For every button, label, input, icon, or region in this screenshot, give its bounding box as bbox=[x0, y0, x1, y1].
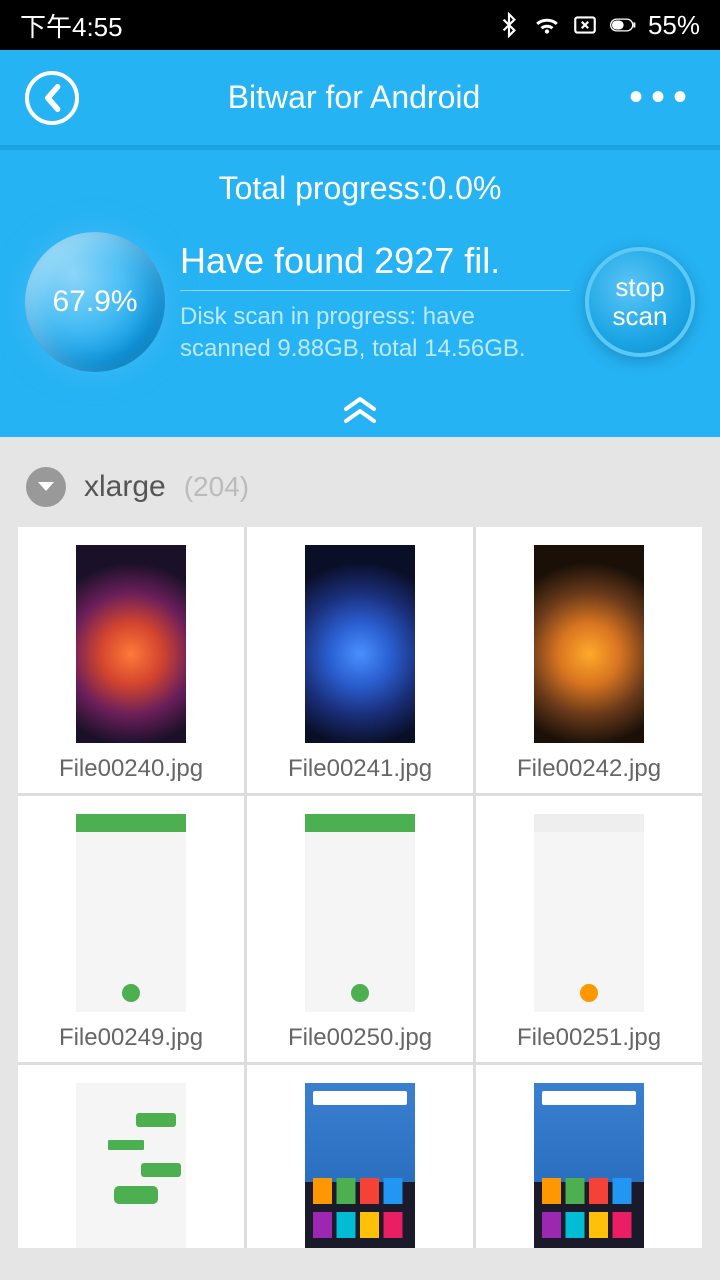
file-name: File00240.jpg bbox=[59, 755, 203, 783]
stop-scan-button[interactable]: stop scan bbox=[585, 247, 695, 357]
close-box-icon bbox=[572, 12, 598, 38]
found-count-text: Have found 2927 fil. bbox=[180, 240, 570, 291]
collapse-panel-button[interactable] bbox=[0, 382, 720, 437]
group-header[interactable]: xlarge (204) bbox=[18, 455, 702, 527]
file-thumbnail bbox=[305, 814, 415, 1012]
file-cell[interactable]: File00241.jpg bbox=[247, 527, 473, 793]
orb-percent: 67.9% bbox=[52, 285, 137, 319]
file-thumbnail bbox=[76, 1083, 186, 1248]
app-header: Bitwar for Android ••• bbox=[0, 50, 720, 145]
file-area: xlarge (204) File00240.jpgFile00241.jpgF… bbox=[0, 437, 720, 1248]
file-cell[interactable]: File00250.jpg bbox=[247, 796, 473, 1062]
back-button[interactable] bbox=[25, 71, 79, 125]
progress-panel: Total progress:0.0% 67.9% Have found 292… bbox=[0, 150, 720, 382]
scan-status-text: Disk scan in progress: have scanned 9.88… bbox=[180, 301, 570, 363]
file-cell[interactable] bbox=[18, 1065, 244, 1248]
app-title: Bitwar for Android bbox=[228, 79, 481, 116]
file-name: File00242.jpg bbox=[517, 755, 661, 783]
stop-label-2: scan bbox=[613, 302, 668, 331]
file-name: File00241.jpg bbox=[288, 755, 432, 783]
file-name: File00249.jpg bbox=[59, 1024, 203, 1052]
file-cell[interactable]: File00251.jpg bbox=[476, 796, 702, 1062]
chevron-down-icon bbox=[26, 467, 66, 507]
file-thumbnail bbox=[305, 1083, 415, 1248]
file-cell[interactable] bbox=[247, 1065, 473, 1248]
file-thumbnail bbox=[76, 814, 186, 1012]
file-name: File00251.jpg bbox=[517, 1024, 661, 1052]
more-button[interactable]: ••• bbox=[629, 75, 695, 120]
wifi-icon bbox=[534, 12, 560, 38]
file-cell[interactable]: File00240.jpg bbox=[18, 527, 244, 793]
file-cell[interactable]: File00242.jpg bbox=[476, 527, 702, 793]
file-thumbnail bbox=[305, 545, 415, 743]
file-thumbnail bbox=[76, 545, 186, 743]
file-thumbnail bbox=[534, 545, 644, 743]
group-name: xlarge bbox=[84, 470, 166, 504]
file-grid: File00240.jpg File00241.jpg File00242.jpg F… bbox=[18, 527, 702, 1248]
progress-orb: 67.9% bbox=[25, 232, 165, 372]
file-name: File00250.jpg bbox=[288, 1024, 432, 1052]
battery-percent: 55% bbox=[648, 10, 700, 41]
file-cell[interactable] bbox=[476, 1065, 702, 1248]
total-progress-label: Total progress:0.0% bbox=[25, 170, 695, 207]
status-time: 下午4:55 bbox=[20, 7, 123, 44]
bluetooth-icon bbox=[496, 12, 522, 38]
status-bar: 下午4:55 55% bbox=[0, 0, 720, 50]
file-thumbnail bbox=[534, 1083, 644, 1248]
status-right: 55% bbox=[496, 10, 700, 41]
file-thumbnail bbox=[534, 814, 644, 1012]
stop-label-1: stop bbox=[615, 273, 664, 302]
battery-icon bbox=[610, 12, 636, 38]
chevron-left-icon bbox=[42, 84, 62, 112]
progress-info: Have found 2927 fil. Disk scan in progre… bbox=[180, 240, 570, 363]
group-count: (204) bbox=[184, 471, 249, 503]
file-cell[interactable]: File00249.jpg bbox=[18, 796, 244, 1062]
chevron-up-double-icon bbox=[340, 395, 380, 425]
